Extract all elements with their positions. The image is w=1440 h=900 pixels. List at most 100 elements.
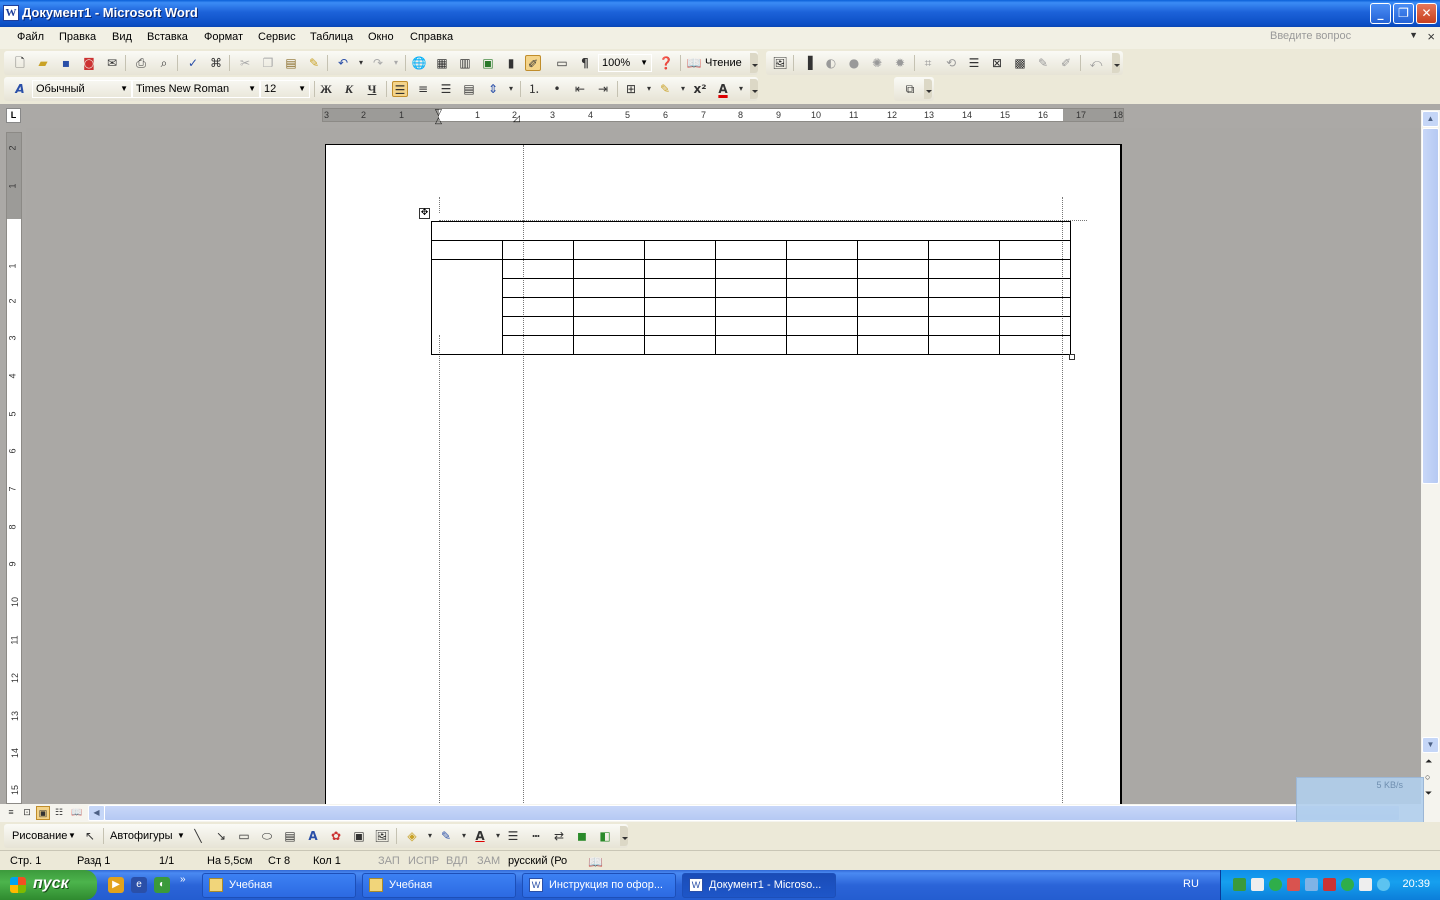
table-cell[interactable]: [999, 335, 1071, 355]
restore-button[interactable]: ❐: [1393, 3, 1414, 24]
reading-mode-button[interactable]: Чтение: [705, 57, 742, 69]
table-cell[interactable]: [502, 297, 574, 317]
status-extend[interactable]: ВДЛ: [446, 855, 468, 867]
copy-icon[interactable]: ❐: [260, 55, 276, 71]
table-cell[interactable]: [715, 335, 787, 355]
translate-icon[interactable]: ⧉: [902, 81, 918, 97]
show-formatting-icon[interactable]: ¶: [577, 55, 593, 71]
outline-view-icon[interactable]: ☷: [52, 806, 66, 820]
menu-table[interactable]: Таблица: [310, 31, 353, 43]
table-cell[interactable]: [999, 240, 1071, 260]
table-cell[interactable]: [999, 316, 1071, 336]
compress-pictures-icon[interactable]: ⊠: [989, 55, 1005, 71]
print-layout-icon[interactable]: ▣: [36, 806, 50, 820]
table-cell[interactable]: [644, 240, 716, 260]
tray-network-icon[interactable]: [1233, 878, 1246, 891]
vertical-scroll-thumb[interactable]: [1422, 128, 1439, 484]
line-icon[interactable]: ╲: [190, 828, 206, 844]
table-cell[interactable]: [857, 316, 929, 336]
line-color-dropdown-icon[interactable]: ▾: [456, 828, 472, 844]
table-cell[interactable]: [502, 240, 574, 260]
3d-style-icon[interactable]: ◧: [597, 828, 613, 844]
taskbar-item[interactable]: Учебная: [202, 873, 356, 898]
ask-dropdown-icon[interactable]: ▼: [1409, 30, 1418, 40]
toolbar-options-icon[interactable]: [620, 826, 628, 846]
table-cell[interactable]: [928, 297, 1000, 317]
menu-help[interactable]: Справка: [410, 31, 453, 43]
volume-icon[interactable]: [1359, 878, 1372, 891]
minimize-button[interactable]: _: [1370, 3, 1391, 24]
decrease-indent-icon[interactable]: ⇤: [572, 81, 588, 97]
format-picture-icon[interactable]: ✎: [1035, 55, 1051, 71]
less-contrast-icon[interactable]: ●: [846, 55, 862, 71]
table-cell[interactable]: [999, 297, 1071, 317]
text-wrapping-icon[interactable]: ▩: [1012, 55, 1028, 71]
justify-icon[interactable]: ▤: [461, 81, 477, 97]
taskbar-item[interactable]: Учебная: [362, 873, 516, 898]
highlight-icon[interactable]: ✎: [657, 81, 673, 97]
help-icon[interactable]: ❓: [658, 55, 674, 71]
clock[interactable]: 20:39: [1402, 878, 1430, 890]
table-cell[interactable]: [431, 221, 1071, 241]
redo-dropdown-icon[interactable]: ▾: [388, 55, 404, 71]
taskbar-item[interactable]: W Документ1 - Microso...: [682, 873, 836, 898]
table-cell[interactable]: [573, 316, 645, 336]
undo-icon[interactable]: ↶: [335, 55, 351, 71]
menu-tools[interactable]: Сервис: [258, 31, 296, 43]
style-select[interactable]: Обычный ▼: [32, 80, 132, 98]
menu-window[interactable]: Окно: [368, 31, 394, 43]
drawing-toggle-icon[interactable]: ✐: [525, 55, 541, 71]
permission-icon[interactable]: ◙: [81, 55, 97, 71]
table-cell[interactable]: [573, 278, 645, 298]
zoom-select[interactable]: 100% ▼: [598, 54, 652, 72]
menu-edit[interactable]: Правка: [59, 31, 96, 43]
toolbar-options-icon[interactable]: [1112, 53, 1120, 73]
table-cell[interactable]: [786, 335, 858, 355]
dash-style-icon[interactable]: ┅: [528, 828, 544, 844]
hanging-indent-marker[interactable]: △: [435, 115, 442, 126]
taskbar-item[interactable]: W Инструкция по офор...: [522, 873, 676, 898]
table-move-handle-icon[interactable]: ✥: [419, 208, 430, 219]
italic-button[interactable]: К: [341, 81, 357, 97]
document-map-icon[interactable]: ▭: [554, 55, 570, 71]
scroll-left-icon[interactable]: ◀: [88, 805, 105, 821]
reading-layout-icon[interactable]: 📖: [70, 806, 84, 820]
document-table[interactable]: [431, 221, 1071, 355]
reset-picture-icon[interactable]: ⤺: [1088, 55, 1104, 71]
oval-icon[interactable]: ⬭: [259, 828, 275, 844]
next-page-icon[interactable]: ⏷: [1425, 788, 1432, 799]
font-color-icon[interactable]: A: [715, 81, 731, 97]
quicklaunch-app-icon[interactable]: ◐: [154, 877, 170, 893]
more-brightness-icon[interactable]: ✺: [869, 55, 885, 71]
tray-antivirus-icon[interactable]: [1287, 878, 1300, 891]
set-transparent-icon[interactable]: ✐: [1058, 55, 1074, 71]
tray-device-icon[interactable]: [1323, 878, 1336, 891]
superscript-icon[interactable]: x²: [692, 81, 708, 97]
toolbar-options-icon[interactable]: [924, 79, 932, 99]
highlight-dropdown-icon[interactable]: ▾: [675, 81, 691, 97]
line-spacing-dropdown-icon[interactable]: ▾: [503, 81, 519, 97]
styles-formatting-icon[interactable]: A: [12, 81, 28, 97]
tray-keyboard-icon[interactable]: [1251, 878, 1264, 891]
table-cell[interactable]: [573, 335, 645, 355]
table-cell[interactable]: [715, 278, 787, 298]
table-cell[interactable]: [644, 335, 716, 355]
table-cell[interactable]: [786, 278, 858, 298]
table-cell[interactable]: [786, 259, 858, 279]
start-button[interactable]: пуск: [0, 870, 97, 900]
open-folder-icon[interactable]: ▰: [35, 55, 51, 71]
scroll-down-icon[interactable]: ▼: [1422, 737, 1439, 753]
tray-update-icon[interactable]: [1377, 878, 1390, 891]
autoshapes-dropdown-icon[interactable]: ▼: [177, 831, 185, 840]
table-cell[interactable]: [786, 297, 858, 317]
arrow-style-icon[interactable]: ⇄: [551, 828, 567, 844]
media-player-icon[interactable]: ▶: [108, 877, 124, 893]
table-cell[interactable]: [502, 335, 574, 355]
document-page[interactable]: ✥: [325, 144, 1122, 804]
select-objects-icon[interactable]: ↖: [82, 828, 98, 844]
table-cell[interactable]: [999, 278, 1071, 298]
insert-picture-icon[interactable]: 🖼: [374, 828, 390, 844]
arrow-icon[interactable]: ↘: [213, 828, 229, 844]
table-cell[interactable]: [928, 259, 1000, 279]
table-cell[interactable]: [857, 240, 929, 260]
